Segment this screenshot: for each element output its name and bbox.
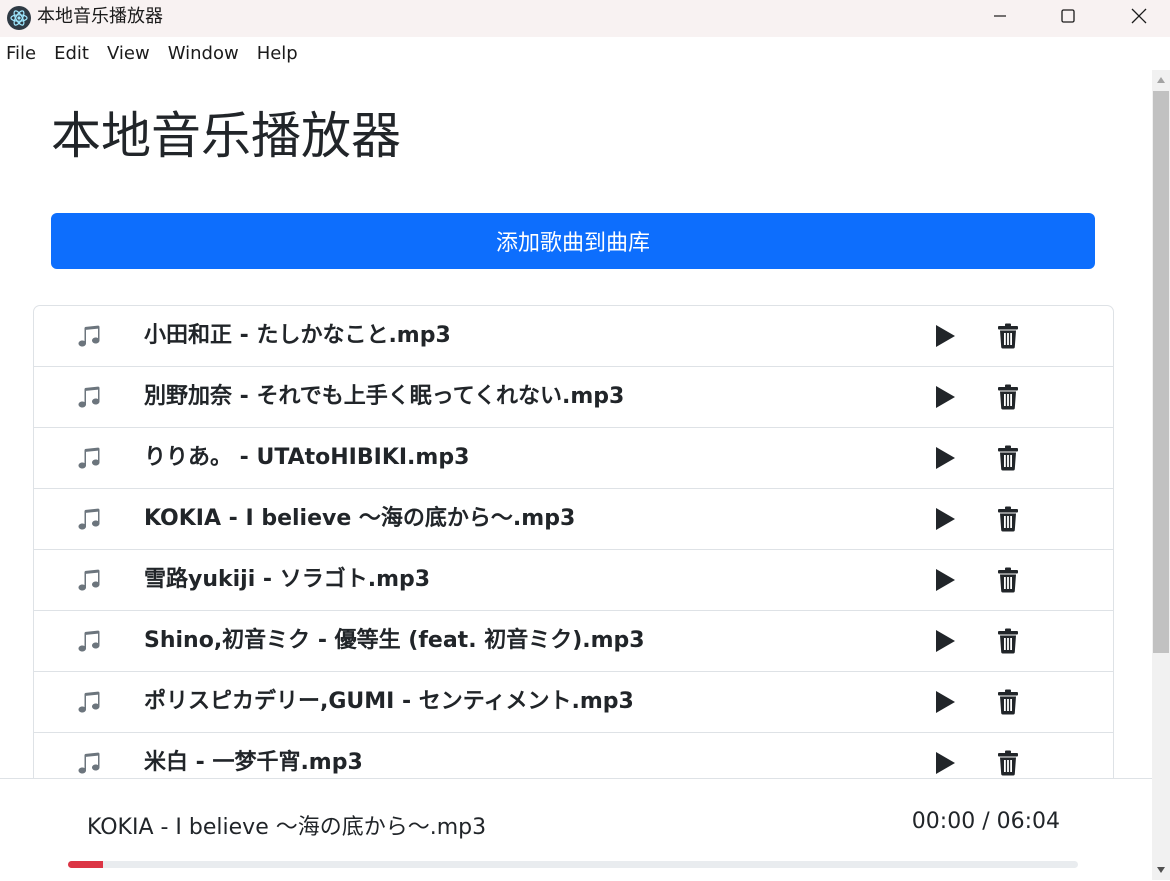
maximize-button[interactable] [1045, 0, 1091, 32]
song-row: ポリスピカデリー,GUMI - センティメント.mp3 [34, 672, 1113, 733]
music-note-icon [78, 569, 100, 591]
trash-icon[interactable] [997, 567, 1019, 593]
trash-icon[interactable] [997, 384, 1019, 410]
play-icon[interactable] [933, 507, 957, 531]
menu-bar: File Edit View Window Help [0, 37, 1170, 70]
minimize-button[interactable] [977, 0, 1023, 32]
trash-icon[interactable] [997, 628, 1019, 654]
play-icon[interactable] [933, 568, 957, 592]
maximize-icon [1061, 9, 1075, 23]
trash-icon[interactable] [997, 750, 1019, 776]
music-note-icon [78, 325, 100, 347]
music-note-icon [78, 508, 100, 530]
minimize-icon [994, 15, 1006, 17]
song-row: 米白 - 一梦千宵.mp3 [34, 733, 1113, 778]
song-title: 別野加奈 - それでも上手く眠ってくれない.mp3 [144, 384, 625, 409]
song-title: りりあ。 - UTAtoHIBIKI.mp3 [144, 445, 470, 470]
song-title: KOKIA - I believe 〜海の底から〜.mp3 [144, 506, 576, 531]
play-icon[interactable] [933, 385, 957, 409]
player-bar: KOKIA - I believe 〜海の底から〜.mp3 00:00 / 06… [0, 778, 1152, 881]
play-icon[interactable] [933, 629, 957, 653]
menu-edit[interactable]: Edit [45, 37, 98, 70]
close-button[interactable] [1116, 0, 1162, 32]
main-content: 本地音乐播放器 添加歌曲到曲库 小田和正 - たしかなこと.mp3 別野加奈 -… [0, 70, 1152, 778]
menu-view[interactable]: View [98, 37, 159, 70]
close-icon [1131, 8, 1147, 24]
progress-fill [68, 861, 104, 868]
song-row: 小田和正 - たしかなこと.mp3 [34, 306, 1113, 367]
trash-icon[interactable] [997, 506, 1019, 532]
song-row: Shino,初音ミク - 優等生 (feat. 初音ミク).mp3 [34, 611, 1113, 672]
vertical-scrollbar[interactable] [1152, 70, 1170, 880]
play-icon[interactable] [933, 690, 957, 714]
window-title: 本地音乐播放器 [37, 6, 163, 27]
music-note-icon [78, 752, 100, 774]
trash-icon[interactable] [997, 445, 1019, 471]
app-logo-icon [7, 6, 31, 30]
music-note-icon [78, 447, 100, 469]
page-title: 本地音乐播放器 [51, 107, 401, 165]
menu-help[interactable]: Help [248, 37, 307, 70]
song-title: ポリスピカデリー,GUMI - センティメント.mp3 [144, 689, 634, 714]
song-row: 雪路yukiji - ソラゴト.mp3 [34, 550, 1113, 611]
song-list: 小田和正 - たしかなこと.mp3 別野加奈 - それでも上手く眠ってくれない.… [33, 305, 1114, 778]
song-title: 小田和正 - たしかなこと.mp3 [144, 323, 451, 348]
trash-icon[interactable] [997, 689, 1019, 715]
add-song-button[interactable]: 添加歌曲到曲库 [51, 213, 1095, 269]
play-icon[interactable] [933, 751, 957, 775]
song-title: Shino,初音ミク - 優等生 (feat. 初音ミク).mp3 [144, 628, 645, 653]
progress-bar[interactable] [68, 861, 1078, 868]
music-note-icon [78, 691, 100, 713]
music-note-icon [78, 630, 100, 652]
music-note-icon [78, 386, 100, 408]
song-row: KOKIA - I believe 〜海の底から〜.mp3 [34, 489, 1113, 550]
scroll-up-arrow-icon[interactable] [1156, 76, 1166, 84]
now-playing-title: KOKIA - I believe 〜海の底から〜.mp3 [87, 815, 487, 840]
playback-time: 00:00 / 06:04 [911, 809, 1060, 834]
scroll-down-arrow-icon[interactable] [1156, 866, 1166, 874]
song-title: 雪路yukiji - ソラゴト.mp3 [144, 567, 431, 592]
song-title: 米白 - 一梦千宵.mp3 [144, 750, 363, 775]
play-icon[interactable] [933, 324, 957, 348]
song-row: 別野加奈 - それでも上手く眠ってくれない.mp3 [34, 367, 1113, 428]
title-bar: 本地音乐播放器 [0, 0, 1170, 37]
play-icon[interactable] [933, 446, 957, 470]
menu-file[interactable]: File [0, 37, 45, 70]
song-row: りりあ。 - UTAtoHIBIKI.mp3 [34, 428, 1113, 489]
menu-window[interactable]: Window [159, 37, 248, 70]
trash-icon[interactable] [997, 323, 1019, 349]
scrollbar-thumb[interactable] [1153, 91, 1169, 653]
